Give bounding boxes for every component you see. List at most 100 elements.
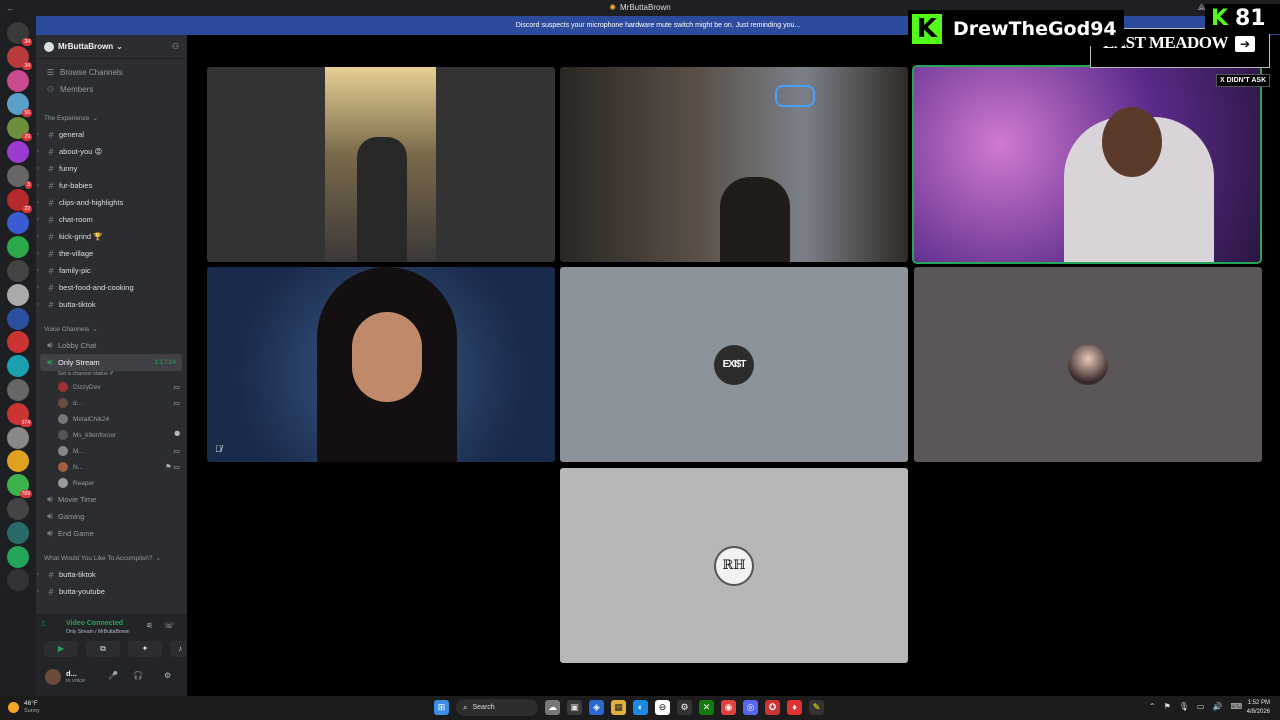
activity-button[interactable]: ✦ (128, 641, 162, 657)
taskbar-app-icon[interactable]: ♦ (787, 700, 802, 715)
text-channel[interactable]: › # the-village (36, 245, 187, 262)
hash-icon: # (48, 282, 54, 293)
headset-icon[interactable]: 🎧 (133, 671, 143, 680)
server-icon[interactable]: 174 (7, 402, 32, 427)
taskbar-app-icon[interactable]: ◐ (633, 700, 648, 715)
taskbar-app-icon[interactable]: ✎ (809, 700, 824, 715)
server-icon[interactable] (7, 236, 29, 259)
text-channel[interactable]: › # fur-babies (36, 177, 187, 194)
voice-user[interactable]: d... ▭ (36, 395, 187, 411)
members-link[interactable]: ⚇ Members (36, 81, 187, 98)
text-channel[interactable]: › # about-you 😡 (36, 143, 187, 160)
voice-channel-path[interactable]: Only Stream / MrButtaBrown (66, 629, 130, 635)
disconnect-icon[interactable]: ☏ (164, 621, 174, 630)
flag-icon[interactable]: ⚑ (1164, 702, 1171, 711)
taskbar-app-icon[interactable]: ▣ (567, 700, 582, 715)
signal-icon[interactable]: ⎍ (41, 621, 46, 629)
taskbar-app-icon[interactable]: ◈ (589, 700, 604, 715)
server-icon[interactable] (7, 260, 29, 282)
category-accomplish[interactable]: What Would You Like To Accomplish? ⌄ (36, 550, 187, 566)
server-icon[interactable] (7, 331, 29, 354)
category-the-experience[interactable]: The Experience ⌄ (36, 110, 187, 126)
server-icon[interactable]: 56 (7, 93, 32, 118)
server-icon[interactable]: 34 (7, 22, 32, 46)
server-icon[interactable] (7, 569, 29, 592)
server-header[interactable]: MrButtaBrown ⌄ ⚇ (36, 35, 187, 59)
taskbar-app-icon[interactable]: ✕ (699, 700, 714, 715)
server-icon[interactable] (7, 69, 29, 92)
video-tile-7[interactable]: ℝℍ (560, 468, 908, 663)
server-icon[interactable]: 22 (7, 188, 32, 213)
user-name[interactable]: d... (66, 669, 77, 678)
taskbar-app-icon[interactable]: ☁ (545, 700, 560, 715)
server-icon[interactable] (7, 426, 29, 449)
taskbar-app-icon[interactable]: ✪ (765, 700, 780, 715)
keyboard-icon[interactable]: ⌨ (1230, 702, 1242, 711)
server-icon[interactable]: 789 (7, 474, 32, 499)
server-icon[interactable] (7, 141, 29, 163)
taskbar-app-icon[interactable]: ◉ (721, 700, 736, 715)
start-button[interactable]: ⊞ (434, 700, 449, 715)
server-icon[interactable] (7, 450, 29, 473)
voice-user[interactable]: M... ▭ (36, 443, 187, 459)
video-tile-3-speaking[interactable] (912, 65, 1262, 264)
voice-user[interactable]: DizzyDev ▭ (36, 379, 187, 395)
microphone-icon[interactable]: 🎙 (1179, 702, 1189, 711)
server-icon[interactable] (7, 355, 29, 378)
video-tile-1[interactable] (207, 67, 555, 262)
taskbar-app-icon[interactable]: ◎ (743, 700, 758, 715)
server-icon[interactable]: 34 (7, 45, 32, 70)
channel-status-prompt[interactable]: Set a channel status ✐ (36, 371, 187, 379)
camera-button[interactable]: ▶ (44, 641, 78, 657)
server-icon[interactable]: 3 (7, 164, 32, 189)
text-channel[interactable]: › # butta-tiktok (36, 566, 187, 583)
taskbar-app-icon[interactable]: ▦ (611, 700, 626, 715)
text-channel[interactable]: › # funny (36, 160, 187, 177)
noise-suppression-icon[interactable]: ⚟ (146, 621, 153, 630)
server-icon[interactable] (7, 545, 29, 568)
add-member-icon[interactable]: ⚇ (172, 42, 179, 51)
server-icon[interactable] (7, 498, 29, 520)
server-icon[interactable] (7, 521, 29, 544)
voice-user[interactable]: MetalChik24 (36, 411, 187, 427)
settings-gear-icon[interactable]: ⚙ (164, 671, 171, 680)
voice-channel-lobby[interactable]: 🔊︎ Lobby Chat (36, 337, 187, 354)
video-tile-6[interactable] (914, 267, 1262, 462)
taskbar-app-icon[interactable]: ⊖ (655, 700, 670, 715)
text-channel[interactable]: › # general (36, 126, 187, 143)
video-tile-4[interactable]: 🎙̸ (207, 267, 555, 462)
voice-channel[interactable]: 🔊︎ Movie Time (36, 491, 187, 508)
voice-user[interactable]: N... ⚑ ▭ (36, 459, 187, 475)
text-channel[interactable]: › # clips-and-highlights (36, 194, 187, 211)
voice-channel-only-stream[interactable]: 🔊︎ Only Stream 1:17:24 (40, 354, 182, 371)
chevron-up-icon[interactable]: ⌃ (1149, 702, 1156, 711)
text-channel[interactable]: › # family-pic (36, 262, 187, 279)
share-screen-button[interactable]: ⧉ (86, 641, 120, 657)
text-channel[interactable]: › # chat-room (36, 211, 187, 228)
voice-channel[interactable]: 🔊︎ End Game (36, 525, 187, 542)
taskbar-search[interactable]: ⌕ Search (456, 699, 538, 716)
text-channel[interactable]: › # best-food-and-cooking (36, 279, 187, 296)
display-icon[interactable]: ▭ (1197, 702, 1205, 711)
server-icon[interactable] (7, 283, 29, 306)
voice-user[interactable]: Reaper (36, 475, 187, 491)
microphone-icon[interactable]: 🎤 (108, 671, 118, 680)
voice-channel[interactable]: 🔊︎ Gaming (36, 508, 187, 525)
category-voice-channels[interactable]: Voice Channels ⌄ (36, 321, 187, 337)
video-tile-5[interactable]: EXI$T (560, 267, 908, 462)
voice-user[interactable]: Ms_k9enforcer ⯄ (36, 427, 187, 443)
video-tile-2[interactable] (560, 67, 908, 262)
browse-channels[interactable]: ☰ Browse Channels (36, 64, 187, 81)
avatar[interactable] (45, 669, 61, 685)
clock[interactable]: 1:52 PM 4/8/2026 (1247, 699, 1270, 717)
taskbar-app-icon[interactable]: ⚙ (677, 700, 692, 715)
server-icon[interactable]: 29 (7, 117, 32, 142)
server-icon[interactable] (7, 212, 29, 235)
text-channel[interactable]: › # kick-grind 🏆 (36, 228, 187, 245)
server-icon[interactable] (7, 379, 29, 401)
volume-icon[interactable]: 🔊 (1212, 702, 1222, 711)
text-channel[interactable]: › # butta-youtube (36, 583, 187, 600)
server-icon[interactable] (7, 307, 29, 330)
voice-status[interactable]: Video Connected (66, 620, 123, 627)
text-channel[interactable]: › # butta-tiktok (36, 296, 187, 313)
